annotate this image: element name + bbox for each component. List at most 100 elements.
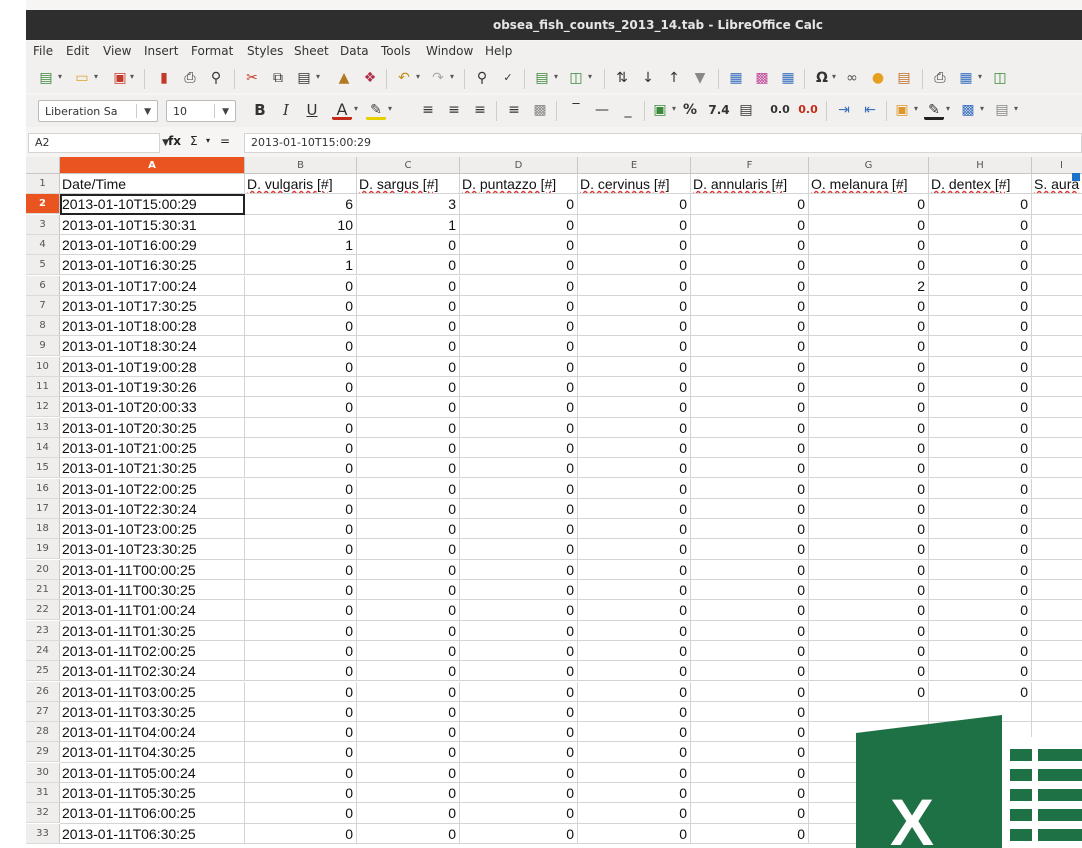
count-cell[interactable] xyxy=(1032,377,1082,398)
conditional-format-icon[interactable]: ▤ xyxy=(992,100,1012,120)
count-cell[interactable] xyxy=(1032,397,1082,418)
chevron-down-icon[interactable]: ▾ xyxy=(450,72,454,81)
count-cell[interactable]: 0 xyxy=(691,580,809,601)
count-cell[interactable]: 0 xyxy=(691,417,809,438)
count-cell[interactable]: 0 xyxy=(357,417,460,438)
count-cell[interactable]: 0 xyxy=(460,559,578,580)
count-cell[interactable]: 0 xyxy=(245,600,357,621)
count-cell[interactable]: 1 xyxy=(245,234,357,256)
count-cell[interactable]: 0 xyxy=(460,275,578,296)
name-box[interactable]: A2 ▼ xyxy=(28,133,169,153)
row-header[interactable]: 5 xyxy=(26,255,60,276)
menu-edit[interactable]: Edit xyxy=(66,44,89,58)
count-cell[interactable]: 0 xyxy=(578,640,691,662)
pivot-table-icon[interactable]: ▦ xyxy=(778,68,798,88)
count-cell[interactable]: 0 xyxy=(357,275,460,296)
count-cell[interactable]: 0 xyxy=(929,397,1032,418)
chevron-down-icon[interactable]: ▾ xyxy=(946,104,950,113)
row-header[interactable]: 3 xyxy=(26,214,60,235)
count-cell[interactable] xyxy=(1032,539,1082,560)
count-cell[interactable]: 0 xyxy=(460,295,578,317)
count-cell[interactable]: 0 xyxy=(929,316,1032,337)
row-header[interactable]: 9 xyxy=(26,336,60,357)
count-cell[interactable] xyxy=(1032,276,1082,296)
count-cell[interactable]: 0 xyxy=(809,437,929,459)
count-cell[interactable]: 0 xyxy=(357,681,460,702)
count-cell[interactable]: 0 xyxy=(460,722,578,743)
date-cell[interactable]: 2013-01-10T23:00:25 xyxy=(60,519,245,540)
menu-insert[interactable]: Insert xyxy=(144,44,178,58)
count-cell[interactable]: 0 xyxy=(809,539,929,560)
count-cell[interactable] xyxy=(1032,580,1082,601)
count-cell[interactable] xyxy=(1032,621,1082,641)
count-cell[interactable]: 0 xyxy=(357,580,460,601)
column-header-h[interactable]: H xyxy=(929,157,1032,174)
count-cell[interactable]: 0 xyxy=(245,681,357,702)
insert-chart-icon[interactable]: ▩ xyxy=(752,68,772,88)
date-cell[interactable]: 2013-01-11T02:00:25 xyxy=(60,640,245,662)
count-cell[interactable]: 0 xyxy=(245,316,357,337)
count-cell[interactable]: 0 xyxy=(357,823,460,844)
count-cell[interactable]: 0 xyxy=(929,234,1032,256)
merge-cells-icon[interactable]: ▩ xyxy=(530,100,550,120)
count-cell[interactable]: 0 xyxy=(809,316,929,337)
count-cell[interactable]: 0 xyxy=(578,701,691,723)
align-middle-icon[interactable]: — xyxy=(592,100,612,120)
hyperlink-icon[interactable]: ∞ xyxy=(842,68,862,88)
column-title-cell[interactable]: Date/Time xyxy=(60,174,245,195)
count-cell[interactable]: 0 xyxy=(578,783,691,804)
percent-format-button[interactable]: % xyxy=(680,100,700,120)
date-format-icon[interactable]: ▤ xyxy=(736,100,756,120)
count-cell[interactable]: 0 xyxy=(578,417,691,438)
date-cell[interactable]: 2013-01-10T18:00:28 xyxy=(60,316,245,337)
column-title-cell[interactable]: D. annularis [#] xyxy=(691,174,809,195)
count-cell[interactable] xyxy=(1032,600,1082,621)
align-bottom-icon[interactable]: _ xyxy=(618,100,638,120)
count-cell[interactable]: 0 xyxy=(357,539,460,560)
row-header[interactable]: 23 xyxy=(26,620,60,641)
count-cell[interactable]: 0 xyxy=(929,194,1032,215)
date-cell[interactable]: 2013-01-10T22:00:25 xyxy=(60,478,245,499)
count-cell[interactable]: 0 xyxy=(691,478,809,499)
count-cell[interactable]: 0 xyxy=(691,803,809,824)
cut-icon[interactable]: ✂ xyxy=(242,68,262,88)
count-cell[interactable]: 0 xyxy=(245,275,357,296)
count-cell[interactable]: 0 xyxy=(245,701,357,723)
count-cell[interactable]: 0 xyxy=(691,823,809,844)
date-cell[interactable]: 2013-01-11T05:00:24 xyxy=(60,762,245,783)
date-cell[interactable]: 2013-01-10T17:30:25 xyxy=(60,295,245,317)
count-cell[interactable]: 0 xyxy=(691,397,809,418)
date-cell[interactable]: 2013-01-10T16:00:29 xyxy=(60,234,245,256)
italic-icon[interactable]: I xyxy=(276,100,296,120)
count-cell[interactable]: 0 xyxy=(578,681,691,702)
count-cell[interactable]: 0 xyxy=(809,336,929,357)
count-cell[interactable] xyxy=(1032,479,1082,499)
autofilter-icon[interactable]: ▼ xyxy=(690,68,710,88)
count-cell[interactable]: 0 xyxy=(460,661,578,682)
count-cell[interactable]: 0 xyxy=(578,620,691,641)
count-cell[interactable]: 6 xyxy=(245,194,357,215)
count-cell[interactable]: 0 xyxy=(929,417,1032,438)
spelling-icon[interactable]: ✓ xyxy=(498,68,518,88)
count-cell[interactable]: 0 xyxy=(578,255,691,276)
count-cell[interactable]: 0 xyxy=(578,498,691,520)
count-cell[interactable]: 0 xyxy=(460,701,578,723)
row-header[interactable]: 33 xyxy=(26,823,60,844)
date-cell[interactable]: 2013-01-10T15:30:31 xyxy=(60,214,245,235)
count-cell[interactable]: 2 xyxy=(809,275,929,296)
column-header-d[interactable]: D xyxy=(460,157,578,174)
count-cell[interactable]: 0 xyxy=(357,316,460,337)
count-cell[interactable]: 0 xyxy=(578,762,691,783)
align-top-icon[interactable]: ‾ xyxy=(566,100,586,120)
count-cell[interactable]: 0 xyxy=(929,336,1032,357)
count-cell[interactable]: 0 xyxy=(357,356,460,377)
align-left-icon[interactable]: ≡ xyxy=(418,100,438,120)
date-cell[interactable]: 2013-01-10T18:30:24 xyxy=(60,336,245,357)
count-cell[interactable]: 0 xyxy=(691,194,809,215)
menu-data[interactable]: Data xyxy=(340,44,369,58)
open-folder-icon[interactable]: ▭ xyxy=(72,68,92,88)
count-cell[interactable]: 0 xyxy=(809,255,929,276)
count-cell[interactable]: 0 xyxy=(691,214,809,235)
count-cell[interactable]: 0 xyxy=(578,234,691,256)
column-title-cell[interactable]: O. melanura [#] xyxy=(809,174,929,195)
